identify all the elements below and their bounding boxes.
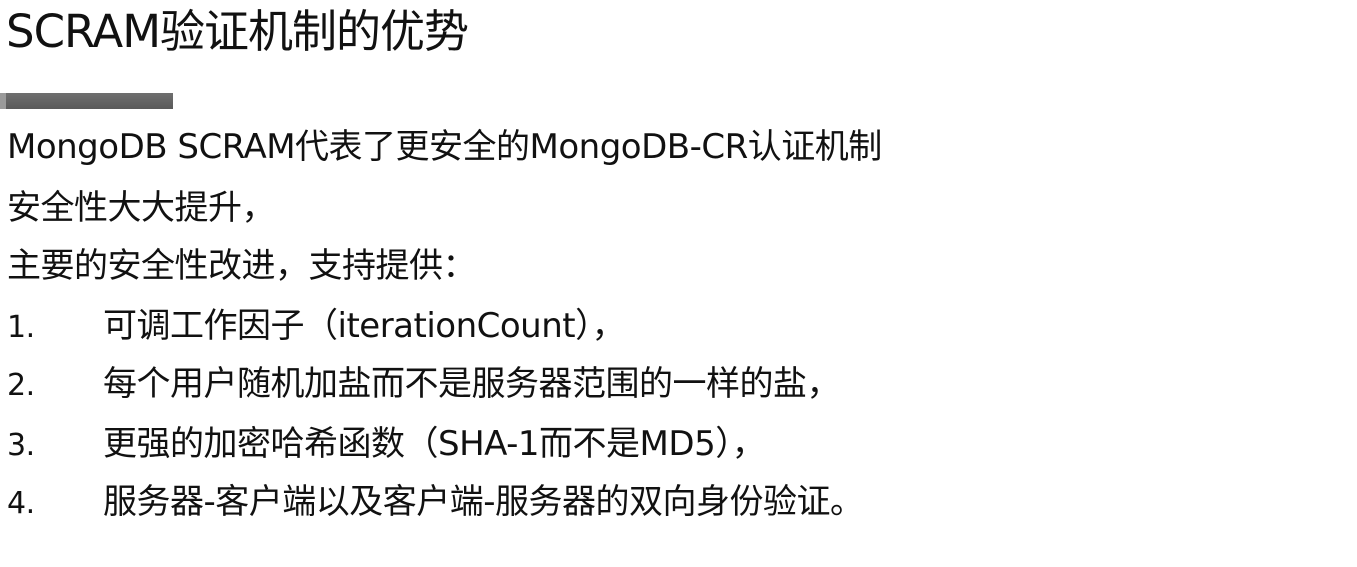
list-item-text: 可调工作因子（iterationCount）， [103,306,626,346]
list-item-text: 每个用户随机加盐而不是服务器范围的一样的盐， [103,364,841,404]
list-item: 2. 每个用户随机加盐而不是服务器范围的一样的盐， [7,362,841,406]
list-item: 1. 可调工作因子（iterationCount）， [7,304,626,348]
intro-line: 安全性大大提升， [7,188,276,228]
intro-line: MongoDB SCRAM代表了更安全的MongoDB-CR认证机制 [7,127,882,167]
title-accent-bar [0,93,173,109]
slide-title: SCRAM验证机制的优势 [6,5,469,58]
list-item-number: 2. [7,368,35,403]
list-item: 3. 更强的加密哈希函数（SHA-1而不是MD5）， [7,422,766,466]
list-item-text: 服务器-客户端以及客户端-服务器的双向身份验证。 [103,482,864,522]
list-item-number: 1. [7,310,35,345]
list-item-number: 3. [7,428,35,463]
intro-line: 主要的安全性改进，支持提供： [7,246,477,286]
list-item: 4. 服务器-客户端以及客户端-服务器的双向身份验证。 [7,480,864,524]
list-item-number: 4. [7,486,35,521]
list-item-text: 更强的加密哈希函数（SHA-1而不是MD5）， [103,424,766,464]
slide: SCRAM验证机制的优势 MongoDB SCRAM代表了更安全的MongoDB… [0,0,1357,567]
